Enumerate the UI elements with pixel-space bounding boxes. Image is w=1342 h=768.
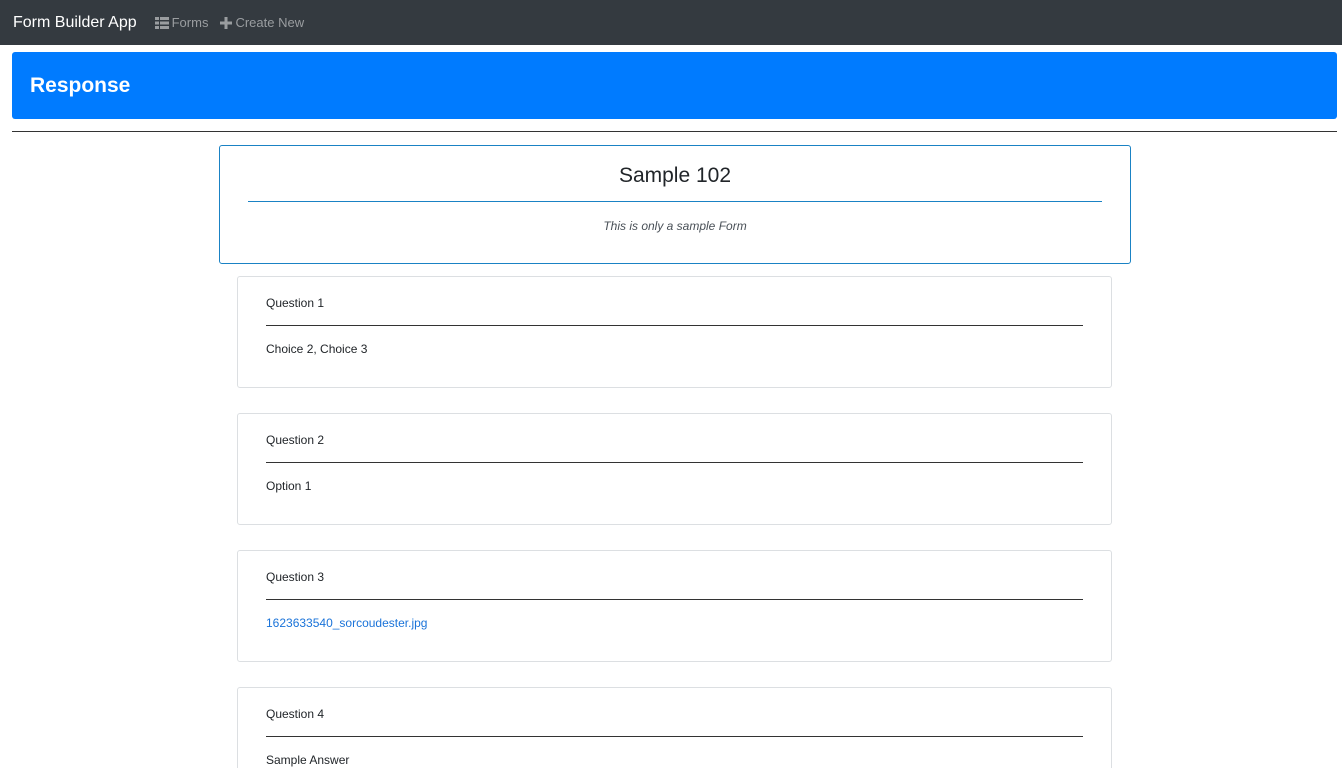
page-header: Response: [12, 52, 1337, 119]
nav-link-forms[interactable]: Forms: [154, 15, 209, 30]
form-title-divider: [248, 201, 1102, 202]
navbar-brand[interactable]: Form Builder App: [13, 14, 137, 32]
question-answer: Choice 2, Choice 3: [266, 342, 368, 356]
question-label: Question 2: [266, 433, 325, 447]
question-label: Question 4: [266, 707, 325, 721]
form-title: Sample 102: [618, 164, 732, 187]
form-info-card: Sample 102 This is only a sample Form: [219, 145, 1131, 264]
question-answer: Option 1: [266, 479, 312, 493]
nav-link-create-new[interactable]: Create New: [220, 15, 304, 30]
plus-icon: [220, 16, 233, 29]
question-card-3: Question 3 1623633540_sorcoudester.jpg: [237, 550, 1112, 662]
nav-link-create-new-label: Create New: [235, 15, 305, 30]
question-divider: [266, 736, 1083, 737]
question-card-2: Question 2 Option 1: [237, 413, 1112, 525]
answer-file-link[interactable]: 1623633540_sorcoudester.jpg: [266, 616, 427, 630]
nav-link-forms-label: Forms: [171, 15, 209, 30]
table-icon: [154, 16, 169, 29]
question-divider: [266, 462, 1083, 463]
question-label: Question 3: [266, 570, 325, 584]
divider: [12, 131, 1337, 132]
question-answer: Sample Answer: [266, 753, 350, 767]
question-card-1: Question 1 Choice 2, Choice 3: [237, 276, 1112, 388]
question-divider: [266, 599, 1083, 600]
form-description: This is only a sample Form: [603, 219, 747, 233]
top-navbar: Form Builder App Forms Create New: [0, 0, 1342, 45]
question-card-4: Question 4 Sample Answer: [237, 687, 1112, 768]
question-divider: [266, 325, 1083, 326]
question-label: Question 1: [266, 296, 325, 310]
page-title: Response: [30, 73, 131, 97]
